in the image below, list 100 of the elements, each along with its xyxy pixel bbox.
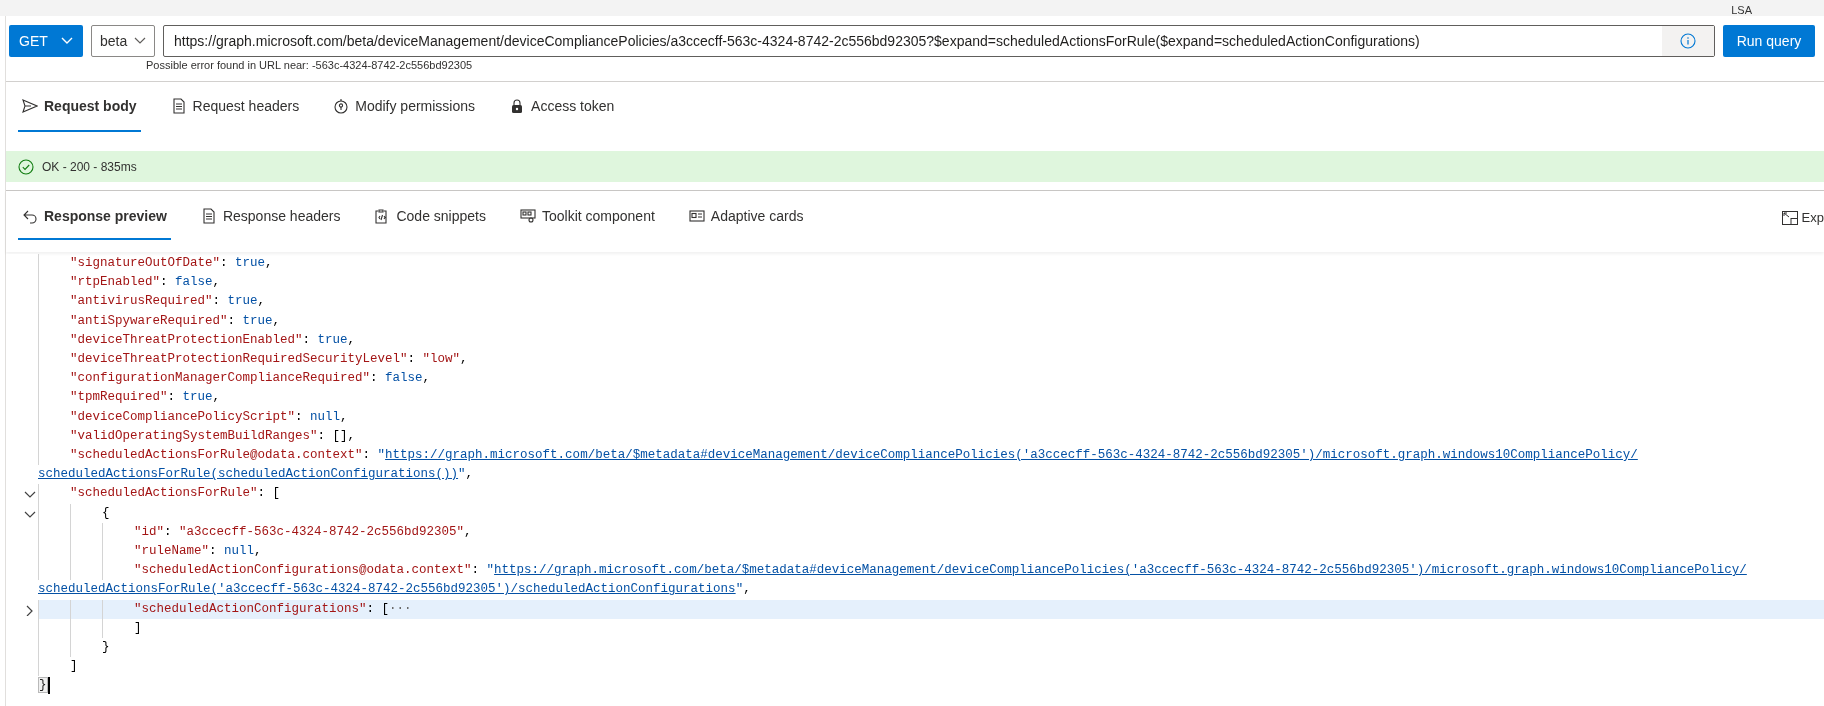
json-punctuation: :	[220, 256, 229, 270]
json-punctuation: ,	[212, 390, 221, 405]
json-punctuation: :	[167, 390, 177, 405]
json-key: "signatureOutOfDate"	[70, 256, 221, 270]
expand-icon	[1781, 211, 1798, 225]
json-value: false	[385, 371, 423, 386]
json-key: "rtpEnabled"	[70, 275, 160, 290]
check-circle-icon	[18, 158, 34, 175]
info-button[interactable]	[1662, 26, 1714, 56]
json-punctuation: ,	[347, 332, 356, 347]
json-punctuation: :	[407, 352, 417, 366]
json-punctuation: }	[102, 640, 110, 655]
json-punctuation: ,	[272, 313, 281, 328]
grid-gear-icon	[520, 208, 536, 224]
keyhole-icon	[333, 98, 350, 114]
json-string: "a3ccecff-563c-4324-8742-2c556bd92305"	[179, 524, 465, 539]
document-icon	[200, 208, 217, 224]
tab[interactable]: Response preview	[18, 194, 171, 240]
chevron-down-icon	[61, 37, 73, 45]
send-icon	[22, 98, 38, 114]
json-key: "scheduledActionConfigurations@odata.context"	[134, 563, 472, 578]
user-initials: LSA	[1731, 5, 1752, 16]
json-quote: "	[458, 467, 466, 482]
json-punctuation: :	[295, 409, 304, 424]
json-link[interactable]: https://graph.microsoft.com/beta/$metadata#deviceManagement/deviceCompliancePolicies('a3ccecff-563c-4324-8742-2c556bd92305')/microsoft.graph.windows10CompliancePolicy/	[494, 563, 1747, 578]
json-quote: "	[377, 448, 386, 463]
url-error-message: Possible error found in URL near: -563c-4324-8742-2c556bd92305	[146, 59, 473, 71]
json-punctuation: ]	[70, 659, 78, 674]
tab[interactable]: Adaptive cards	[684, 194, 808, 240]
json-quote: "	[735, 582, 744, 597]
json-punctuation: :	[227, 313, 237, 328]
expand-link[interactable]: Exp	[1801, 208, 1824, 228]
json-value: true	[227, 294, 258, 309]
json-punctuation: ,	[460, 352, 468, 366]
json-punctuation: ,	[465, 467, 474, 482]
json-punctuation: :	[362, 448, 372, 463]
json-key: "configurationManagerComplianceRequired"	[70, 371, 371, 386]
json-punctuation: ,	[265, 256, 273, 270]
json-string: "low"	[422, 352, 461, 366]
json-value: null	[310, 409, 341, 424]
json-key: "antivirusRequired"	[70, 294, 213, 309]
json-key: "deviceThreatProtectionRequiredSecurityLevel"	[70, 352, 408, 366]
json-link[interactable]: scheduledActionsForRule('a3ccecff-563c-4324-8742-2c556bd92305')/scheduledActionConfigurations	[38, 582, 736, 597]
tab[interactable]: Code snippets	[370, 194, 490, 240]
json-link[interactable]: https://graph.microsoft.com/beta/$metadata#deviceManagement/deviceCompliancePolicies('a3ccecff-563c-4324-8742-2c556bd92305')/microsoft.graph.windows10CompliancePolicy/	[385, 448, 1638, 463]
tab[interactable]: Request headers	[166, 82, 304, 132]
json-value: true	[182, 390, 213, 405]
json-punctuation: ,	[254, 544, 262, 559]
method-dropdown[interactable]: GET	[9, 25, 83, 57]
url-field[interactable]: https://graph.microsoft.com/beta/deviceManagement/deviceCompliancePolicies/a3ccecff-563c-4324-8742-2c556bd92305?$expand=scheduledActionsForRule($expand=scheduledActionConfigurations)	[163, 25, 1715, 57]
undo-arrow-icon	[22, 208, 38, 224]
json-key: "id"	[134, 524, 164, 539]
document-icon	[170, 98, 187, 114]
json-punctuation: :	[209, 544, 218, 559]
json-key: "tpmRequired"	[70, 390, 168, 405]
json-punctuation: {	[102, 505, 110, 520]
json-punctuation: :	[160, 275, 169, 290]
json-punctuation: ]	[134, 620, 142, 635]
json-key: "deviceThreatProtectionEnabled"	[70, 332, 303, 347]
json-punctuation: ,	[464, 524, 472, 539]
json-quote: "	[486, 563, 495, 578]
matched-bracket: }	[38, 677, 48, 694]
json-value: true	[235, 256, 266, 270]
json-punctuation: :	[164, 524, 173, 539]
info-icon	[1680, 33, 1696, 49]
json-value: true	[317, 332, 348, 347]
run-query-button[interactable]: Run query	[1723, 25, 1815, 57]
json-link[interactable]: scheduledActionsForRule(scheduledActionConfigurations())	[38, 467, 459, 482]
chevron-down-icon	[134, 37, 146, 45]
json-key: "scheduledActionsForRule@odata.context"	[70, 448, 363, 463]
json-value: false	[175, 275, 213, 290]
json-punctuation: : [	[366, 601, 390, 616]
tab[interactable]: Access token	[505, 82, 619, 132]
json-key: "scheduledActionsForRule"	[70, 486, 258, 501]
json-key: "antiSpywareRequired"	[70, 313, 228, 328]
json-key: "validOperatingSystemBuildRanges"	[70, 428, 318, 443]
json-punctuation: :	[471, 563, 481, 578]
json-punctuation: :	[212, 294, 222, 309]
json-punctuation: :	[370, 371, 379, 386]
json-punctuation: ,	[257, 294, 266, 309]
collapsed-ellipsis[interactable]: ···	[389, 601, 412, 616]
tab[interactable]: Request body	[18, 82, 141, 132]
json-key: "scheduledActionConfigurations"	[134, 601, 367, 616]
json-punctuation: ,	[422, 371, 431, 386]
json-key: "deviceCompliancePolicyScript"	[70, 409, 296, 424]
tab[interactable]: Toolkit component	[516, 194, 659, 240]
json-value: null	[224, 544, 255, 559]
json-punctuation: : [	[257, 486, 281, 501]
json-punctuation: ,	[212, 275, 221, 290]
tab[interactable]: Response headers	[196, 194, 345, 240]
json-punctuation: : [],	[317, 428, 356, 443]
status-text: OK - 200 - 835ms	[42, 158, 137, 176]
json-key: "ruleName"	[134, 544, 209, 559]
json-value: true	[242, 313, 273, 328]
json-punctuation: ,	[340, 409, 348, 424]
id-card-icon	[688, 208, 705, 224]
version-dropdown[interactable]: beta	[91, 25, 155, 57]
tab[interactable]: Modify permissions	[329, 82, 480, 132]
json-punctuation: ,	[743, 582, 751, 597]
json-punctuation: :	[302, 332, 312, 347]
